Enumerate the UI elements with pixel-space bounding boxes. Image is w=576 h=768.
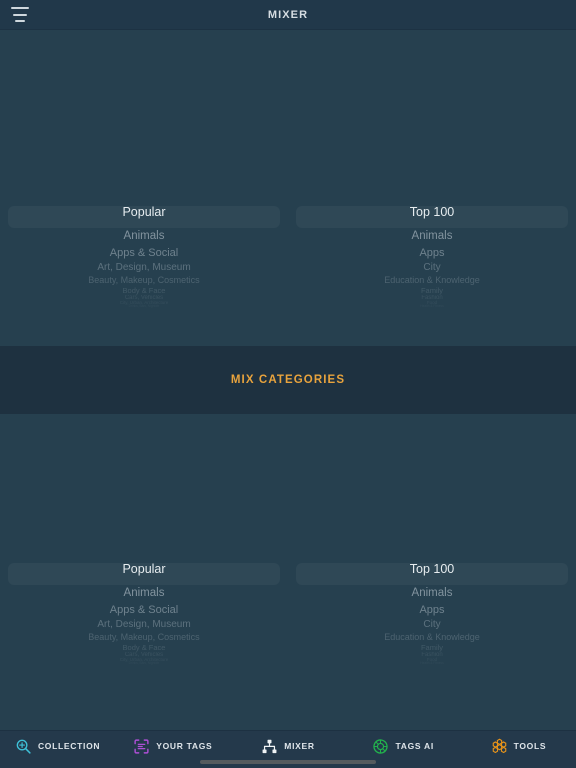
picker-item[interactable]: Health & Fitness xyxy=(288,304,576,308)
picker-item[interactable]: City xyxy=(288,263,576,273)
picker-item-selected[interactable]: Top 100 xyxy=(288,563,576,576)
picker-top-left[interactable]: Popular Animals Apps & Social Art, Design, … xyxy=(0,30,288,346)
tab-mixer[interactable]: MIXER xyxy=(230,736,345,756)
picker-row-bottom: Popular Animals Apps & Social Art, Design, … xyxy=(0,414,576,731)
tab-label: YOUR TAGS xyxy=(156,741,213,751)
picker-section-bottom: Popular Animals Apps & Social Art, Design, … xyxy=(0,414,576,731)
tab-bar: COLLECTION YOUR TAGS MIXER TAGS AI TOOLS xyxy=(0,730,576,768)
tab-label: COLLECTION xyxy=(37,741,101,751)
tag-scan-icon xyxy=(133,738,150,755)
picker-item[interactable]: Art, Design, Museum xyxy=(0,263,288,273)
tab-your-tags[interactable]: YOUR TAGS xyxy=(115,736,230,756)
picker-item[interactable]: Drinks, Bars, Nightlife xyxy=(0,661,288,665)
hamburger-line xyxy=(11,7,29,9)
search-plus-icon xyxy=(15,738,32,755)
mix-categories-button[interactable]: MIX CATEGORIES xyxy=(221,368,355,392)
picker-item[interactable]: Body & Face xyxy=(0,643,288,652)
picker-top-right[interactable]: Top 100 Animals Apps City Education & Knowle… xyxy=(288,30,576,346)
tab-label: TAGS AI xyxy=(395,741,434,751)
picker-item[interactable]: Apps & Social xyxy=(0,604,288,616)
picker-item[interactable]: Beauty, Makeup, Cosmetics xyxy=(0,276,288,285)
picker-bottom-right[interactable]: Top 100 Animals Apps City Education & Knowle… xyxy=(288,414,576,731)
picker-item[interactable]: Family xyxy=(288,643,576,652)
home-indicator xyxy=(200,760,376,764)
mix-categories-band: MIX CATEGORIES xyxy=(0,346,576,414)
sitemap-icon xyxy=(261,738,278,755)
tab-collection[interactable]: COLLECTION xyxy=(0,736,115,756)
picker-item[interactable]: Animals xyxy=(288,230,576,243)
picker-item-selected[interactable]: Top 100 xyxy=(288,206,576,219)
tab-tags-ai[interactable]: TAGS AI xyxy=(346,736,461,756)
picker-item[interactable]: Drinks, Bars, Nightlife xyxy=(0,304,288,308)
picker-item[interactable]: Education & Knowledge xyxy=(288,633,576,642)
picker-item[interactable]: Education & Knowledge xyxy=(288,276,576,285)
picker-item[interactable]: Health & Fitness xyxy=(288,661,576,665)
picker-item[interactable]: Animals xyxy=(288,587,576,600)
picker-item[interactable]: Family xyxy=(288,286,576,295)
picker-item[interactable]: Apps xyxy=(288,247,576,259)
hamburger-line xyxy=(15,20,25,22)
page-title: MIXER xyxy=(267,8,309,21)
ai-circle-icon xyxy=(372,738,389,755)
app-root: MIXER Popular Animals Apps & Social Art, De… xyxy=(0,0,576,768)
picker-item-selected[interactable]: Popular xyxy=(0,563,288,576)
picker-item-selected[interactable]: Popular xyxy=(0,206,288,219)
picker-row-top: Popular Animals Apps & Social Art, Design, … xyxy=(0,30,576,346)
tab-tools[interactable]: TOOLS xyxy=(461,736,576,756)
picker-section-top: Popular Animals Apps & Social Art, Design, … xyxy=(0,30,576,346)
honeycomb-icon xyxy=(491,738,508,755)
picker-item[interactable]: Beauty, Makeup, Cosmetics xyxy=(0,633,288,642)
picker-item[interactable]: Apps xyxy=(288,604,576,616)
picker-item[interactable]: Animals xyxy=(0,587,288,600)
top-bar: MIXER xyxy=(0,0,576,30)
hamburger-line xyxy=(13,13,27,16)
tab-label: TOOLS xyxy=(513,741,547,751)
hamburger-icon[interactable] xyxy=(11,7,29,22)
picker-item[interactable]: Art, Design, Museum xyxy=(0,620,288,630)
picker-bottom-left[interactable]: Popular Animals Apps & Social Art, Design, … xyxy=(0,414,288,731)
picker-item[interactable]: Animals xyxy=(0,230,288,243)
picker-item[interactable]: Body & Face xyxy=(0,286,288,295)
tab-label: MIXER xyxy=(284,741,315,751)
picker-item[interactable]: Apps & Social xyxy=(0,247,288,259)
picker-item[interactable]: City xyxy=(288,620,576,630)
